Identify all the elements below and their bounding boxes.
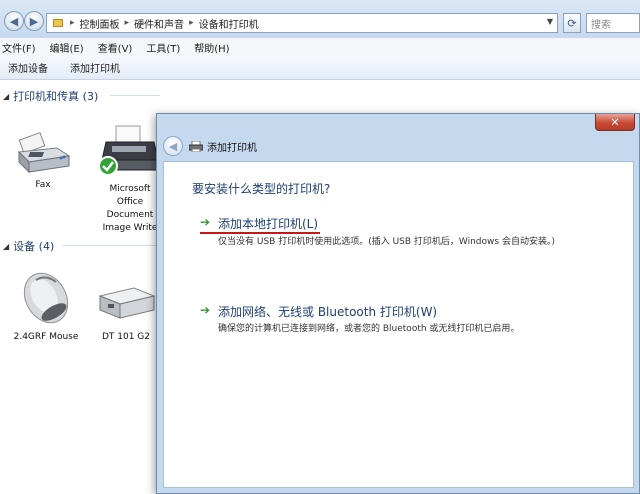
group-divider xyxy=(110,95,160,96)
search-placeholder: 搜索 xyxy=(591,19,611,31)
address-field[interactable]: ▸ 控制面板 ▸ 硬件和声音 ▸ 设备和打印机 ▼ xyxy=(46,13,558,33)
option-title: 添加本地打印机(L) xyxy=(218,217,319,231)
printer-icon xyxy=(98,125,159,176)
device-usb-drive[interactable]: DT 101 G2 xyxy=(92,280,160,344)
menu-edit[interactable]: 编辑(E) xyxy=(50,40,84,55)
back-button[interactable]: ◀ xyxy=(4,11,24,31)
address-bar-area: ◀ ▶ ▸ 控制面板 ▸ 硬件和声音 ▸ 设备和打印机 ▼ ⟳ 搜索 xyxy=(0,0,640,38)
breadcrumb-separator-icon: ▸ xyxy=(124,18,130,28)
collapse-triangle-icon: ◢ xyxy=(3,241,10,251)
menu-view[interactable]: 查看(V) xyxy=(98,40,133,55)
dialog-header: ◀ 添加打印机 xyxy=(163,134,633,158)
device-label: DT 101 G2 xyxy=(101,332,151,342)
menu-bar: 文件(F) 编辑(E) 查看(V) 工具(T) 帮助(H) xyxy=(0,38,640,56)
menu-help[interactable]: 帮助(H) xyxy=(194,40,229,55)
group-header-printers[interactable]: ◢ 打印机和传真 (3) xyxy=(0,88,98,104)
folder-icon xyxy=(53,19,63,27)
group-header-devices[interactable]: ◢ 设备 (4) xyxy=(0,238,54,254)
usb-drive-icon xyxy=(98,287,156,319)
breadcrumb-devices-printers[interactable]: 设备和打印机 xyxy=(199,16,259,31)
close-icon: ✕ xyxy=(610,115,620,129)
mouse-icon xyxy=(23,272,69,324)
command-bar: 添加设备 添加打印机 xyxy=(0,56,640,80)
printer-icon xyxy=(189,140,203,152)
forward-button[interactable]: ▶ xyxy=(24,11,44,31)
device-label: 2.4GRF Mouse xyxy=(13,332,79,342)
add-device-button[interactable]: 添加设备 xyxy=(8,60,48,75)
red-annotation-underline xyxy=(200,232,320,234)
forward-arrow-icon: ▶ xyxy=(29,14,39,28)
fax-icon xyxy=(17,132,71,174)
dialog-title: 添加打印机 xyxy=(207,142,257,154)
back-arrow-icon: ◀ xyxy=(168,139,178,153)
breadcrumb-hardware-sound[interactable]: 硬件和声音 xyxy=(134,16,184,31)
group-title-devices: 设备 (4) xyxy=(13,240,55,253)
add-printer-dialog: ✕ ◀ 添加打印机 要安装什么类型的打印机? ➔ 添加本地打印机(L) 仅当没有… xyxy=(156,113,640,494)
menu-tools[interactable]: 工具(T) xyxy=(146,40,180,55)
address-dropdown-icon[interactable]: ▼ xyxy=(547,17,553,26)
group-title-printers: 打印机和传真 (3) xyxy=(13,90,99,103)
add-printer-label: 添加打印机 xyxy=(70,64,120,75)
breadcrumb-separator-icon: ▸ xyxy=(70,18,75,28)
add-printer-button[interactable]: 添加打印机 xyxy=(70,60,164,75)
back-arrow-icon: ◀ xyxy=(9,14,19,28)
dialog-back-button[interactable]: ◀ xyxy=(163,136,183,156)
dialog-question: 要安装什么类型的打印机? xyxy=(192,182,331,196)
option-description: 仅当没有 USB 打印机时使用此选项。(插入 USB 打印机后，Windows … xyxy=(218,237,555,247)
device-label: Fax xyxy=(35,180,51,190)
refresh-icon: ⟳ xyxy=(567,16,577,30)
device-fax[interactable]: Fax xyxy=(8,122,78,192)
refresh-button[interactable]: ⟳ xyxy=(563,13,581,33)
close-button[interactable]: ✕ xyxy=(595,114,635,131)
search-input[interactable]: 搜索 xyxy=(586,13,640,33)
group-divider xyxy=(62,245,157,246)
option-title: 添加网络、无线或 Bluetooth 打印机(W) xyxy=(218,305,438,319)
dialog-body: 要安装什么类型的打印机? ➔ 添加本地打印机(L) 仅当没有 USB 打印机时使… xyxy=(163,161,634,488)
breadcrumb-control-panel[interactable]: 控制面板 xyxy=(80,16,120,31)
green-arrow-icon: ➔ xyxy=(200,303,211,317)
option-description: 确保您的计算机已连接到网络，或者您的 Bluetooth 或无线打印机已启用。 xyxy=(218,324,520,334)
device-mouse[interactable]: 2.4GRF Mouse xyxy=(8,268,84,344)
menu-file[interactable]: 文件(F) xyxy=(2,40,36,55)
green-arrow-icon: ➔ xyxy=(200,215,211,229)
collapse-triangle-icon: ◢ xyxy=(3,91,10,101)
breadcrumb-separator-icon: ▸ xyxy=(189,18,194,28)
